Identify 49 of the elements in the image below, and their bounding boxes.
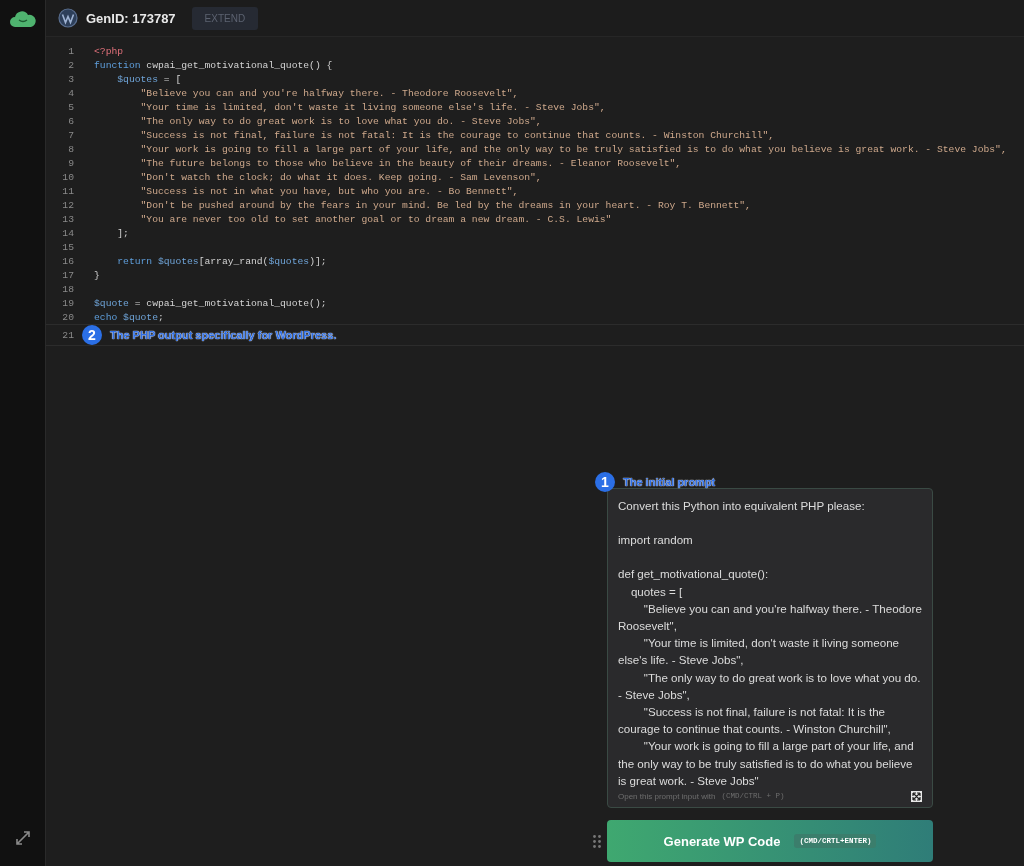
line-number: 12 bbox=[61, 199, 74, 211]
line-number: 7 bbox=[67, 129, 74, 141]
expand-icon[interactable] bbox=[14, 830, 31, 846]
code-line: "Your time is limited, don't waste it living someone else's life. - Steve Jobs", bbox=[139, 101, 606, 113]
code-line: ]; bbox=[116, 227, 129, 239]
step-badge: 2 bbox=[82, 325, 102, 345]
line-number: 16 bbox=[61, 255, 74, 267]
annotation-label: The initial prompt bbox=[623, 475, 716, 488]
code-line: function cwpai_get_motivational_quote() { bbox=[94, 59, 333, 71]
code-line: <?php bbox=[94, 45, 124, 57]
line-number: 18 bbox=[61, 283, 74, 295]
code-line: "The future belongs to those who believe in the beauty of their dreams. - Eleanor Roosevelt", bbox=[139, 157, 682, 169]
code-line: return $quotes[array_rand($quotes)]; bbox=[116, 255, 327, 267]
line-number: 2 bbox=[67, 59, 74, 71]
code-line: "You are never too old to set another goal or to dream a new dream. - C.S. Lewis" bbox=[139, 213, 612, 225]
code-line: "Success is not final, failure is not fatal: It is the courage to continue that counts. - Winston Churchill", bbox=[139, 129, 775, 141]
code-line: "Believe you can and you're halfway there. - Theodore Roosevelt", bbox=[139, 87, 519, 99]
wordpress-logo-icon bbox=[58, 8, 78, 28]
step-badge: 1 bbox=[595, 471, 615, 492]
line-number: 13 bbox=[61, 213, 74, 225]
code-line: "Your work is going to fill a large part of your life, and the only way to be truly satisfied is to do what you believe is great work. - Steve Jobs", bbox=[139, 143, 1007, 155]
drag-handle-icon[interactable] bbox=[593, 834, 601, 848]
line-number: 11 bbox=[61, 185, 74, 197]
line-number: 3 bbox=[67, 73, 74, 85]
code-line: $quote = cwpai_get_motivational_quote(); bbox=[94, 297, 327, 309]
code-line: "The only way to do great work is to love what you do. - Steve Jobs", bbox=[139, 115, 542, 127]
gen-id: GenID: 173787 bbox=[86, 10, 176, 26]
line-number: 8 bbox=[67, 143, 74, 155]
line-number: 9 bbox=[67, 157, 74, 169]
code-line: } bbox=[94, 269, 100, 281]
line-number: 15 bbox=[61, 241, 74, 253]
line-number: 1 bbox=[67, 45, 74, 57]
line-number: 20 bbox=[61, 311, 74, 323]
code-line: "Don't be pushed around by the fears in your mind. Be led by the dreams in your heart. - Roy T. Bennett", bbox=[139, 199, 751, 211]
code-line: $quotes = [ bbox=[116, 73, 182, 85]
line-number: 21 bbox=[61, 329, 74, 341]
line-number: 14 bbox=[61, 227, 74, 239]
annotation-label: The PHP output specifically for WordPress. bbox=[110, 329, 337, 341]
line-number: 17 bbox=[61, 269, 74, 281]
fullscreen-icon[interactable] bbox=[911, 790, 922, 802]
line-number: 10 bbox=[61, 171, 74, 183]
line-number: 5 bbox=[67, 101, 74, 113]
line-number: 4 bbox=[67, 87, 74, 99]
cloud-logo-icon bbox=[9, 10, 36, 28]
line-number: 19 bbox=[61, 297, 74, 309]
code-line: echo $quote; bbox=[94, 311, 164, 323]
code-line: "Success is not in what you have, but who you are. - Bo Bennett", bbox=[139, 185, 519, 197]
code-line: "Don't watch the clock; do what it does. Keep going. - Sam Levenson", bbox=[139, 171, 542, 183]
line-number: 6 bbox=[67, 115, 74, 127]
